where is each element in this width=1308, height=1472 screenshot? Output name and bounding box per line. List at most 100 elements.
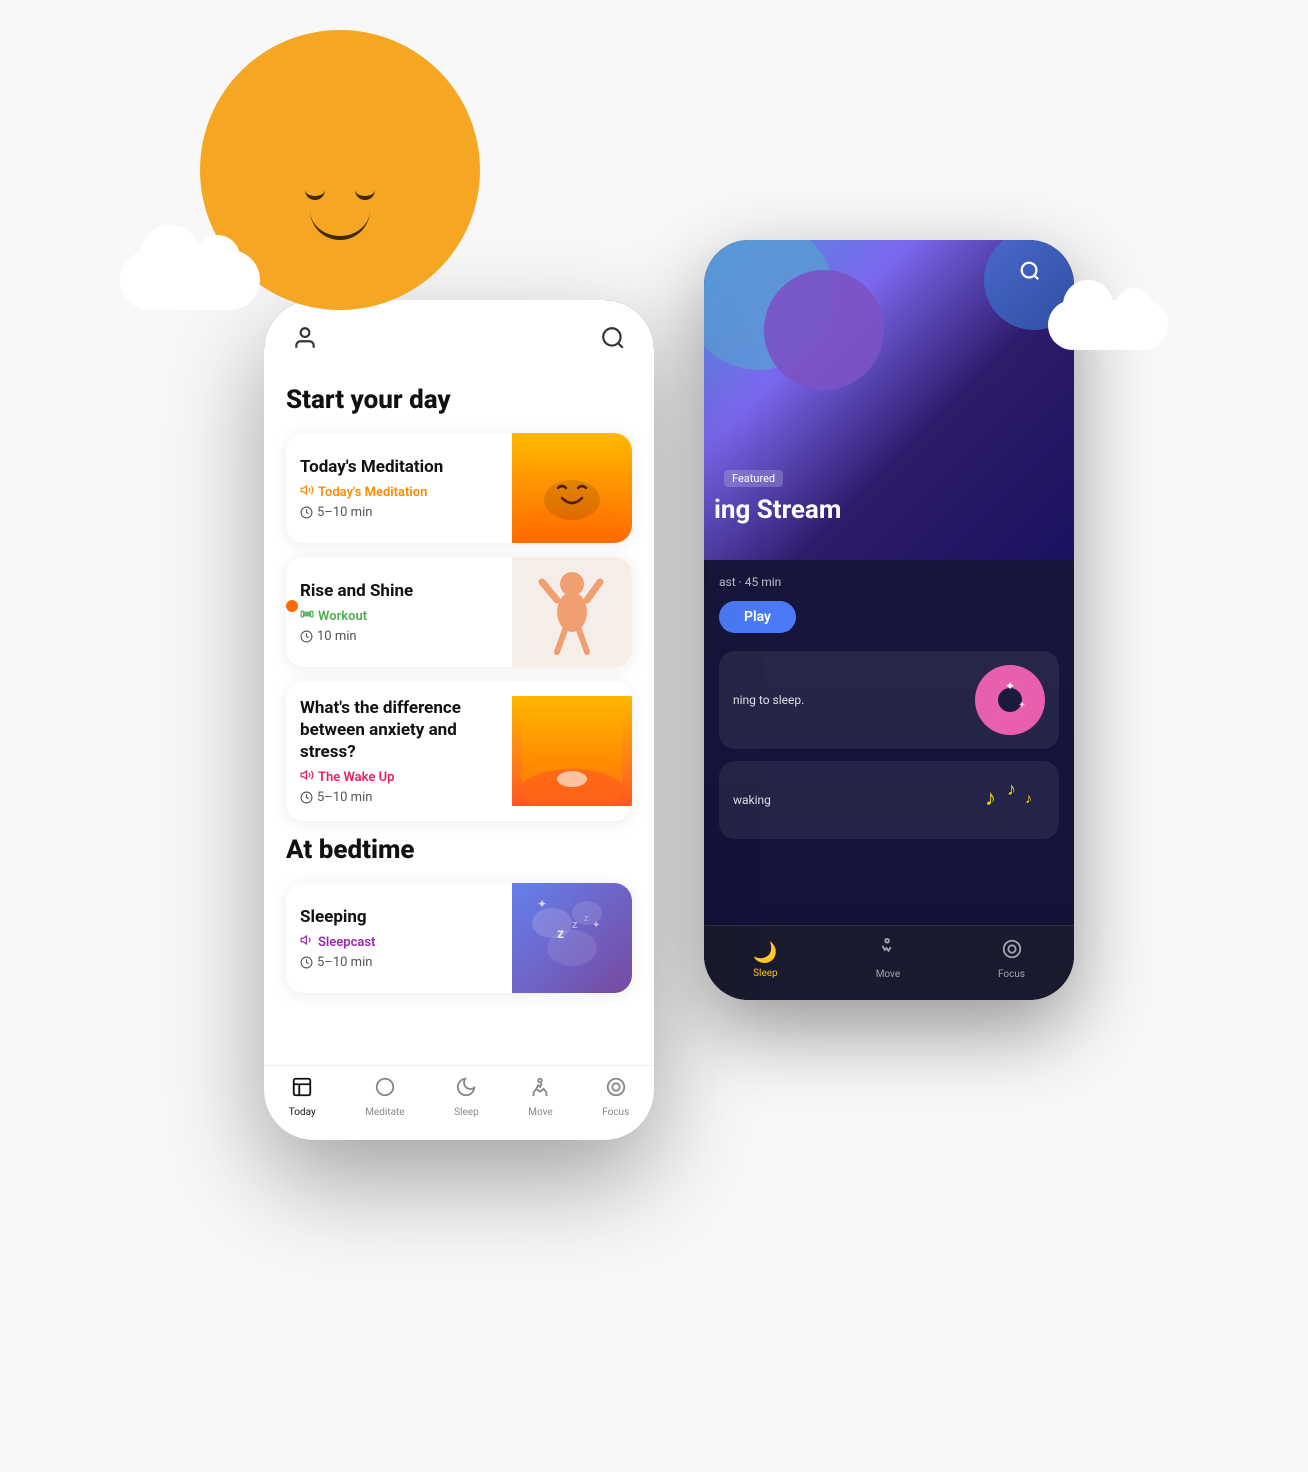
back-nav-move-label: Move [876,969,900,980]
phone-back: Featured ing Stream ast · 45 min Play ni… [704,240,1074,1000]
search-icon[interactable] [600,325,626,357]
meditation-category-icon [300,483,314,501]
back-sleep-card[interactable]: ning to sleep. ✦ ✦ · [719,651,1059,749]
wakeup-category: The Wake Up [300,768,498,786]
meditation-duration: 5–10 min [300,505,498,520]
sleep-category-icon [300,933,314,951]
front-content: Start your day Today's Meditation [264,367,654,1065]
sleep-duration: 5–10 min [300,955,498,970]
cloud-left [120,250,260,310]
nav-sleep[interactable]: Sleep [454,1076,479,1118]
back-wake-illustration: ♪ ♪ ♪ [975,775,1045,825]
sun-smile [310,210,370,240]
nav-today[interactable]: Today [289,1076,316,1118]
nav-focus-label: Focus [602,1107,629,1118]
nav-move[interactable]: Move [528,1076,552,1118]
hero-blob-2 [764,270,884,390]
workout-category-label: Workout [318,609,367,624]
sun-face [280,188,400,240]
move-nav-icon [529,1076,551,1104]
svg-text:z: z [572,918,578,931]
workout-title: Rise and Shine [300,580,498,602]
sleep-image: ✦ ✦ · z z z [512,883,632,993]
meditation-category: Today's Meditation [300,483,498,501]
sun-eye-left [305,188,325,200]
wakeup-category-label: The Wake Up [318,770,394,785]
back-move-icon [877,938,899,965]
progress-indicator-dot [286,600,298,612]
front-bottom-nav: Today Meditate [264,1065,654,1140]
front-header [264,300,654,367]
card-sleep[interactable]: Sleeping Sleepcast [286,883,632,993]
back-subtitle: ast · 45 min [719,575,1059,589]
card-workout[interactable]: Rise and Shine [286,557,632,667]
wakeup-image [512,696,632,806]
back-sleep-icon: 🌙 [753,940,778,964]
svg-text:z: z [584,914,589,924]
svg-text:·: · [997,708,999,717]
today-icon [291,1076,313,1104]
svg-text:·: · [567,896,569,905]
card-wakeup[interactable]: What's the difference between anxiety an… [286,681,632,821]
phone-back-screen: Featured ing Stream ast · 45 min Play ni… [704,240,1074,1000]
back-bottom-nav: 🌙 Sleep Move [704,925,1074,1000]
meditate-icon [374,1076,396,1104]
svg-text:z: z [557,926,564,942]
back-nav-sleep[interactable]: 🌙 Sleep [753,940,778,979]
back-nav-focus[interactable]: Focus [998,938,1025,980]
sleep-category: Sleepcast [300,933,498,951]
meditation-image [512,433,632,543]
profile-icon[interactable] [292,325,318,357]
back-nav-move[interactable]: Move [876,938,900,980]
back-nav-focus-label: Focus [998,969,1025,980]
meditation-card-text: Today's Meditation Today's Meditat [286,440,512,536]
scene: Featured ing Stream ast · 45 min Play ni… [0,0,1308,1472]
sleep-category-label: Sleepcast [318,935,375,950]
wakeup-category-icon [300,768,314,786]
card-meditation[interactable]: Today's Meditation Today's Meditat [286,433,632,543]
back-sleep-illustration: ✦ ✦ · [975,665,1045,735]
svg-text:✦: ✦ [537,897,547,911]
workout-category-icon [300,607,314,625]
back-nav-sleep-label: Sleep [753,968,778,979]
nav-meditate[interactable]: Meditate [365,1076,404,1118]
sleep-title: Sleeping [300,906,498,928]
sleep-nav-icon [455,1076,477,1104]
phone-front-screen: Start your day Today's Meditation [264,300,654,1140]
workout-duration: 10 min [300,629,498,644]
back-featured-label: Featured [724,470,783,487]
focus-nav-icon [605,1076,627,1104]
phones-container: Featured ing Stream ast · 45 min Play ni… [204,180,1104,1380]
workout-card-text: Rise and Shine [286,564,512,660]
back-wake-card[interactable]: waking ♪ ♪ ♪ [719,761,1059,839]
svg-text:♪: ♪ [1025,791,1032,807]
nav-sleep-label: Sleep [454,1107,479,1118]
cloud-left-shape [120,250,260,310]
section-start-day: Start your day [286,385,632,415]
back-search-icon[interactable] [1019,260,1049,290]
back-wake-card-text: waking [733,793,771,807]
meditation-title: Today's Meditation [300,456,498,478]
cloud-right [1048,300,1168,350]
meditation-category-label: Today's Meditation [318,485,427,500]
section-bedtime: At bedtime [286,835,632,865]
svg-text:✦: ✦ [1018,700,1026,711]
back-stream-title: ing Stream [714,495,841,525]
svg-text:♪: ♪ [985,786,996,811]
back-content: ast · 45 min Play ning to sleep. ✦ [704,560,1074,854]
nav-move-label: Move [528,1107,552,1118]
back-hero: Featured ing Stream [704,240,1074,560]
cloud-right-shape [1048,300,1168,350]
sleep-card-text: Sleeping Sleepcast [286,890,512,986]
wakeup-title: What's the difference between anxiety an… [300,697,498,763]
nav-today-label: Today [289,1107,316,1118]
workout-image [512,557,632,667]
nav-focus[interactable]: Focus [602,1076,629,1118]
back-play-button[interactable]: Play [719,601,796,633]
svg-text:✦: ✦ [592,920,600,931]
back-focus-icon [1001,938,1023,965]
sun-eye-right [355,188,375,200]
svg-text:✦: ✦ [1005,679,1015,693]
nav-meditate-label: Meditate [365,1107,404,1118]
sun-eyes [280,188,400,200]
